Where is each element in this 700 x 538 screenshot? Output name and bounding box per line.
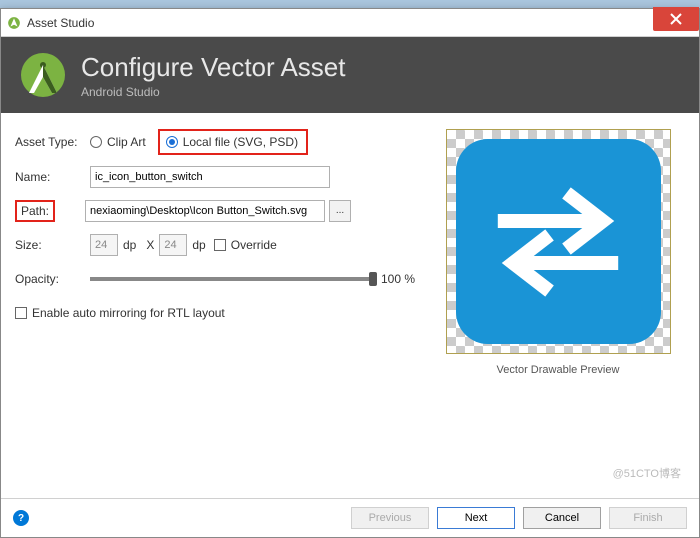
slider-fill bbox=[90, 277, 373, 281]
radio-local-file[interactable]: Local file (SVG, PSD) bbox=[158, 129, 308, 155]
size-width-input bbox=[90, 234, 118, 256]
window-title: Asset Studio bbox=[27, 16, 94, 30]
size-x-label: X bbox=[146, 238, 154, 252]
opacity-value: 100 % bbox=[381, 272, 415, 286]
radio-dot-selected-icon bbox=[166, 136, 178, 148]
header: Configure Vector Asset Android Studio bbox=[1, 37, 699, 113]
header-title: Configure Vector Asset bbox=[81, 52, 345, 83]
name-label: Name: bbox=[15, 170, 90, 184]
preview-panel: Vector Drawable Preview bbox=[435, 129, 681, 490]
header-subtitle: Android Studio bbox=[81, 85, 345, 99]
dp-label-1: dp bbox=[123, 238, 136, 252]
radio-dot-icon bbox=[90, 136, 102, 148]
preview-box bbox=[446, 129, 671, 354]
android-studio-logo-icon bbox=[19, 51, 67, 99]
footer: ? Previous Next Cancel Finish bbox=[1, 498, 699, 537]
opacity-label: Opacity: bbox=[15, 272, 90, 286]
preview-label: Vector Drawable Preview bbox=[497, 364, 620, 376]
close-button[interactable] bbox=[653, 7, 699, 31]
cancel-button[interactable]: Cancel bbox=[523, 507, 601, 529]
finish-button: Finish bbox=[609, 507, 687, 529]
asset-type-label: Asset Type: bbox=[15, 135, 90, 149]
path-label: Path: bbox=[15, 200, 55, 222]
path-input[interactable] bbox=[85, 200, 325, 222]
asset-studio-window: Asset Studio Configure Vector Asset Andr… bbox=[0, 8, 700, 538]
watermark-text: @51CTO博客 bbox=[613, 465, 681, 481]
form-panel: Asset Type: Clip Art Local file (SVG, PS… bbox=[15, 129, 415, 490]
switch-arrows-icon bbox=[488, 172, 628, 312]
dialog-body: Asset Type: Clip Art Local file (SVG, PS… bbox=[1, 113, 699, 498]
slider-thumb-icon bbox=[369, 272, 377, 286]
checkbox-icon bbox=[15, 307, 27, 319]
browse-button[interactable]: ... bbox=[329, 200, 351, 222]
close-icon bbox=[670, 13, 682, 25]
preview-icon-tile bbox=[456, 139, 661, 344]
titlebar: Asset Studio bbox=[1, 9, 699, 37]
radio-clip-art[interactable]: Clip Art bbox=[90, 135, 146, 149]
size-label: Size: bbox=[15, 238, 90, 252]
rtl-mirror-checkbox[interactable]: Enable auto mirroring for RTL layout bbox=[15, 306, 225, 320]
checkbox-icon bbox=[214, 239, 226, 251]
app-icon bbox=[7, 16, 21, 30]
size-height-input bbox=[159, 234, 187, 256]
override-checkbox[interactable]: Override bbox=[214, 238, 277, 252]
opacity-slider[interactable] bbox=[90, 277, 373, 281]
previous-button: Previous bbox=[351, 507, 429, 529]
help-button[interactable]: ? bbox=[13, 510, 29, 526]
name-input[interactable] bbox=[90, 166, 330, 188]
dp-label-2: dp bbox=[192, 238, 205, 252]
next-button[interactable]: Next bbox=[437, 507, 515, 529]
